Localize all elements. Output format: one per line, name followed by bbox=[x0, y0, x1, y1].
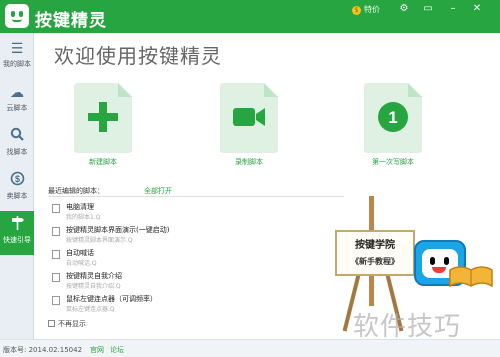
tutorial-subtitle: 《新手教程》 bbox=[351, 257, 399, 266]
settings-icon[interactable]: ⚙ bbox=[396, 3, 412, 14]
close-icon[interactable]: ✕ bbox=[469, 3, 485, 14]
page-title: 欢迎使用按键精灵 bbox=[54, 44, 222, 68]
file-icon bbox=[52, 250, 60, 259]
first-script-label: 第一次写脚本 bbox=[372, 158, 414, 166]
recent-item-filename: 按键精灵自我介绍.Q bbox=[66, 283, 121, 290]
document-icon bbox=[220, 83, 278, 153]
document-icon: 1 bbox=[364, 83, 422, 153]
document-icon bbox=[74, 83, 132, 153]
number-one-icon: 1 bbox=[364, 100, 422, 138]
minimize-icon[interactable]: – bbox=[445, 3, 461, 14]
easel-board: 按键学院 《新手教程》 bbox=[335, 230, 415, 276]
sidebar-item-sell-scripts[interactable]: $ 卖脚本 bbox=[0, 167, 34, 211]
first-script-button[interactable]: 1 第一次写脚本 bbox=[362, 83, 424, 167]
sidebar-item-label: 找脚本 bbox=[6, 148, 28, 156]
file-icon bbox=[52, 204, 60, 213]
recent-item-filename: 我的脚本1.Q bbox=[66, 214, 101, 221]
recent-item-title[interactable]: 按键精灵自我介绍 bbox=[66, 271, 122, 281]
number-one-label: 1 bbox=[388, 108, 397, 127]
feature-badge-label: 特价 bbox=[364, 5, 380, 14]
forum-link[interactable]: 论坛 bbox=[110, 345, 124, 355]
recent-item-filename: 鼠标左键连点器.Q bbox=[66, 306, 115, 313]
sidebar-item-label: 云脚本 bbox=[6, 104, 28, 112]
sidebar: ☰ 我的脚本 ☁ 云脚本 找脚本 $ 卖脚本 快速引导 bbox=[0, 33, 34, 339]
checkbox-box[interactable] bbox=[48, 320, 55, 327]
sidebar-item-my-scripts[interactable]: ☰ 我的脚本 bbox=[0, 35, 34, 79]
file-icon bbox=[52, 273, 60, 282]
sidebar-item-find-scripts[interactable]: 找脚本 bbox=[0, 123, 34, 167]
sidebar-item-label: 我的脚本 bbox=[3, 60, 31, 68]
record-script-label: 录制脚本 bbox=[235, 158, 263, 166]
open-all-link[interactable]: 全部打开 bbox=[144, 186, 172, 196]
app-title: 按键精灵 bbox=[35, 11, 107, 31]
menu-icon[interactable]: ▭ bbox=[420, 3, 436, 14]
official-site-link[interactable]: 官网 bbox=[90, 345, 104, 355]
version-label: 版本号: 2014.02.15042 bbox=[3, 346, 83, 354]
title-bar: 按键精灵 $ 特价 ⚙ ▭ – ✕ bbox=[0, 0, 500, 33]
dollar-icon: $ bbox=[0, 171, 34, 191]
svg-text:$: $ bbox=[14, 174, 19, 184]
file-icon bbox=[52, 296, 60, 305]
list-icon: ☰ bbox=[10, 41, 24, 57]
feature-badge[interactable]: $ 特价 bbox=[352, 4, 380, 15]
recent-scripts-header: 最近编辑的脚本： bbox=[48, 187, 104, 195]
app-logo-icon bbox=[5, 4, 29, 28]
recent-item-title[interactable]: 按键精灵脚本界面演示(一键启动) bbox=[66, 225, 169, 235]
file-icon bbox=[52, 227, 60, 236]
new-script-label: 新建脚本 bbox=[89, 158, 117, 166]
recent-item-title[interactable]: 自动喊话 bbox=[66, 248, 94, 258]
status-bar: 版本号: 2014.02.15042 官网 论坛 bbox=[0, 339, 500, 357]
recent-item-filename: 按键精灵脚本界面演示.Q bbox=[66, 237, 133, 244]
sidebar-item-label: 快速引导 bbox=[3, 236, 31, 244]
divider bbox=[48, 196, 344, 197]
signpost-icon bbox=[0, 215, 34, 235]
sidebar-item-quick-guide[interactable]: 快速引导 bbox=[0, 211, 34, 255]
search-icon bbox=[0, 127, 34, 147]
coin-icon: $ bbox=[352, 6, 361, 15]
book-icon bbox=[448, 262, 494, 288]
no-show-again-label: 不再显示 bbox=[58, 320, 86, 328]
no-show-again-checkbox[interactable]: 不再显示 bbox=[48, 319, 86, 329]
sidebar-item-cloud-scripts[interactable]: ☁ 云脚本 bbox=[0, 79, 34, 123]
academy-title: 按键学院 bbox=[355, 240, 395, 251]
plus-icon bbox=[74, 100, 132, 138]
cloud-icon: ☁ bbox=[10, 85, 24, 101]
recent-item-filename: 自动喊话.Q bbox=[66, 260, 97, 267]
watermark: 软件技巧 bbox=[353, 312, 462, 342]
recent-item-title[interactable]: 电脑清理 bbox=[66, 202, 94, 212]
recent-item-title[interactable]: 鼠标左键连点器（可调频率） bbox=[66, 294, 157, 304]
record-script-button[interactable]: 录制脚本 bbox=[218, 83, 280, 167]
new-script-button[interactable]: 新建脚本 bbox=[72, 83, 134, 167]
sidebar-item-label: 卖脚本 bbox=[6, 192, 28, 200]
video-camera-icon bbox=[220, 100, 278, 138]
